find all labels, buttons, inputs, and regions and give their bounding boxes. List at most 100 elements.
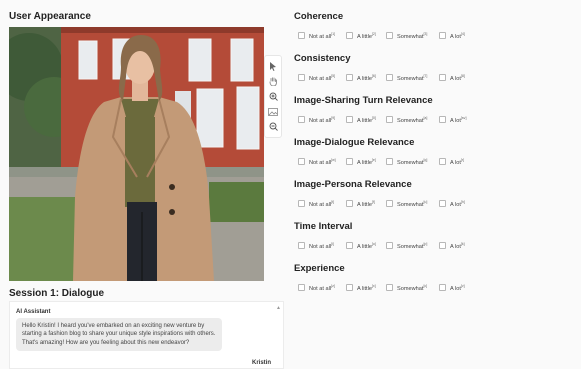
rating-option[interactable]: Somewhat[3] xyxy=(386,31,427,40)
cursor-icon[interactable] xyxy=(267,61,279,73)
rating-option[interactable]: A little[2] xyxy=(346,31,376,40)
rating-option-text: A little xyxy=(357,201,372,208)
rating-checkbox[interactable] xyxy=(298,200,305,207)
rating-option[interactable]: Somewhat[a] xyxy=(386,115,427,124)
rating-checkbox[interactable] xyxy=(386,116,393,123)
rating-option[interactable]: A little[e] xyxy=(346,157,376,166)
rating-options-image-persona-relevance: Not at all[t] A little[f] Somewhat[u] A lot… xyxy=(298,199,548,209)
rating-option-text: Somewhat xyxy=(397,117,424,124)
rating-option[interactable]: A lot[k] xyxy=(439,241,465,250)
user-appearance-title: User Appearance xyxy=(9,11,91,22)
rating-option[interactable]: A lot[h] xyxy=(439,199,465,208)
zoom-out-icon[interactable] xyxy=(267,121,279,133)
rating-checkbox[interactable] xyxy=(439,242,446,249)
rating-option-text: Not at all xyxy=(309,75,332,82)
question-title-image-sharing-turn-relevance: Image-Sharing Turn Relevance xyxy=(294,95,433,106)
rating-option[interactable]: A little[0] xyxy=(346,115,376,124)
rating-checkbox[interactable] xyxy=(346,284,353,291)
zoom-in-icon[interactable] xyxy=(267,91,279,103)
rating-option-text: Somewhat xyxy=(397,33,424,40)
rating-checkbox[interactable] xyxy=(439,158,446,165)
rating-option-label: A lot[sv] xyxy=(450,116,466,124)
dialogue-panel[interactable]: AI Assistant Hello Kristin! I heard you'… xyxy=(9,301,284,369)
rating-option-text: Not at all xyxy=(309,285,332,292)
chat-scrollbar[interactable]: ▲ xyxy=(276,306,281,366)
rating-checkbox[interactable] xyxy=(298,242,305,249)
rating-option[interactable]: Not at all[z] xyxy=(298,283,335,292)
rating-option[interactable]: A lot[sv] xyxy=(439,115,466,124)
rating-option-text: A little xyxy=(357,243,372,250)
shortcut-key: [f] xyxy=(371,199,375,204)
rating-option[interactable]: A little[f] xyxy=(346,199,375,208)
rating-checkbox[interactable] xyxy=(439,284,446,291)
rating-options-time-interval: Not at all[i] A little[o] Somewhat[p] A lot… xyxy=(298,241,548,251)
rating-option-label: A lot[h] xyxy=(450,200,465,208)
rating-checkbox[interactable] xyxy=(298,116,305,123)
rating-option[interactable]: Not at all[t] xyxy=(298,199,334,208)
rating-checkbox[interactable] xyxy=(346,242,353,249)
shortcut-key: [t] xyxy=(331,199,335,204)
shortcut-key: [o] xyxy=(371,241,376,246)
rating-checkbox[interactable] xyxy=(298,74,305,81)
rating-option[interactable]: A little[x] xyxy=(346,283,376,292)
rating-option[interactable]: A lot[4] xyxy=(439,31,465,40)
rating-checkbox[interactable] xyxy=(346,74,353,81)
chat-next-sender-name: Kristin xyxy=(251,360,271,366)
shortcut-key: [9] xyxy=(331,115,336,120)
rating-checkbox[interactable] xyxy=(346,32,353,39)
rating-option[interactable]: A lot[v] xyxy=(439,283,465,292)
rating-option[interactable]: Somewhat[7] xyxy=(386,73,427,82)
rating-checkbox[interactable] xyxy=(386,32,393,39)
rating-option[interactable]: Somewhat[q] xyxy=(386,157,427,166)
shortcut-key: [z] xyxy=(331,283,335,288)
rating-checkbox[interactable] xyxy=(386,158,393,165)
rating-option-label: A lot[k] xyxy=(450,242,465,250)
rating-option[interactable]: Not at all[9] xyxy=(298,115,335,124)
rating-option-text: A lot xyxy=(450,243,461,250)
rating-option[interactable]: Not at all[i] xyxy=(298,241,334,250)
rating-option-text: A little xyxy=(357,159,372,166)
rating-option[interactable]: Somewhat[u] xyxy=(386,199,427,208)
rating-checkbox[interactable] xyxy=(386,284,393,291)
rating-option[interactable]: Somewhat[c] xyxy=(386,283,427,292)
shortcut-key: [q] xyxy=(423,157,428,162)
rating-checkbox[interactable] xyxy=(439,116,446,123)
rating-checkbox[interactable] xyxy=(439,74,446,81)
rating-checkbox[interactable] xyxy=(346,200,353,207)
rating-checkbox[interactable] xyxy=(439,200,446,207)
rating-option[interactable]: Not at all[w] xyxy=(298,157,336,166)
hand-icon[interactable] xyxy=(267,76,279,88)
rating-checkbox[interactable] xyxy=(386,200,393,207)
rating-checkbox[interactable] xyxy=(386,242,393,249)
rating-checkbox[interactable] xyxy=(386,74,393,81)
rating-option[interactable]: A lot[8] xyxy=(439,73,465,82)
rating-checkbox[interactable] xyxy=(439,32,446,39)
rating-option-text: A little xyxy=(357,33,372,40)
rating-option-text: A lot xyxy=(450,201,461,208)
shortcut-key: [c] xyxy=(423,283,428,288)
scroll-up-icon[interactable]: ▲ xyxy=(276,306,281,311)
shortcut-key: [5] xyxy=(331,73,336,78)
rating-option[interactable]: Not at all[5] xyxy=(298,73,335,82)
rating-option-label: Not at all[5] xyxy=(309,74,335,82)
shortcut-key: [w] xyxy=(331,157,336,162)
rating-checkbox[interactable] xyxy=(298,284,305,291)
image-icon[interactable] xyxy=(267,106,279,118)
rating-option[interactable]: A little[6] xyxy=(346,73,376,82)
rating-checkbox[interactable] xyxy=(298,32,305,39)
shortcut-key: [7] xyxy=(423,73,428,78)
rating-option[interactable]: Somewhat[p] xyxy=(386,241,427,250)
question-title-consistency: Consistency xyxy=(294,53,351,64)
shortcut-key: [u] xyxy=(423,199,428,204)
rating-option[interactable]: Not at all[1] xyxy=(298,31,335,40)
shortcut-key: [sv] xyxy=(460,115,467,120)
user-appearance-photo xyxy=(9,27,264,281)
rating-checkbox[interactable] xyxy=(298,158,305,165)
rating-option-label: Somewhat[a] xyxy=(397,116,427,124)
rating-checkbox[interactable] xyxy=(346,158,353,165)
rating-checkbox[interactable] xyxy=(346,116,353,123)
rating-option[interactable]: A little[o] xyxy=(346,241,376,250)
rating-option-label: Somewhat[c] xyxy=(397,284,427,292)
rating-options-coherence: Not at all[1] A little[2] Somewhat[3] A lot… xyxy=(298,31,548,41)
rating-option[interactable]: A lot[r] xyxy=(439,157,464,166)
